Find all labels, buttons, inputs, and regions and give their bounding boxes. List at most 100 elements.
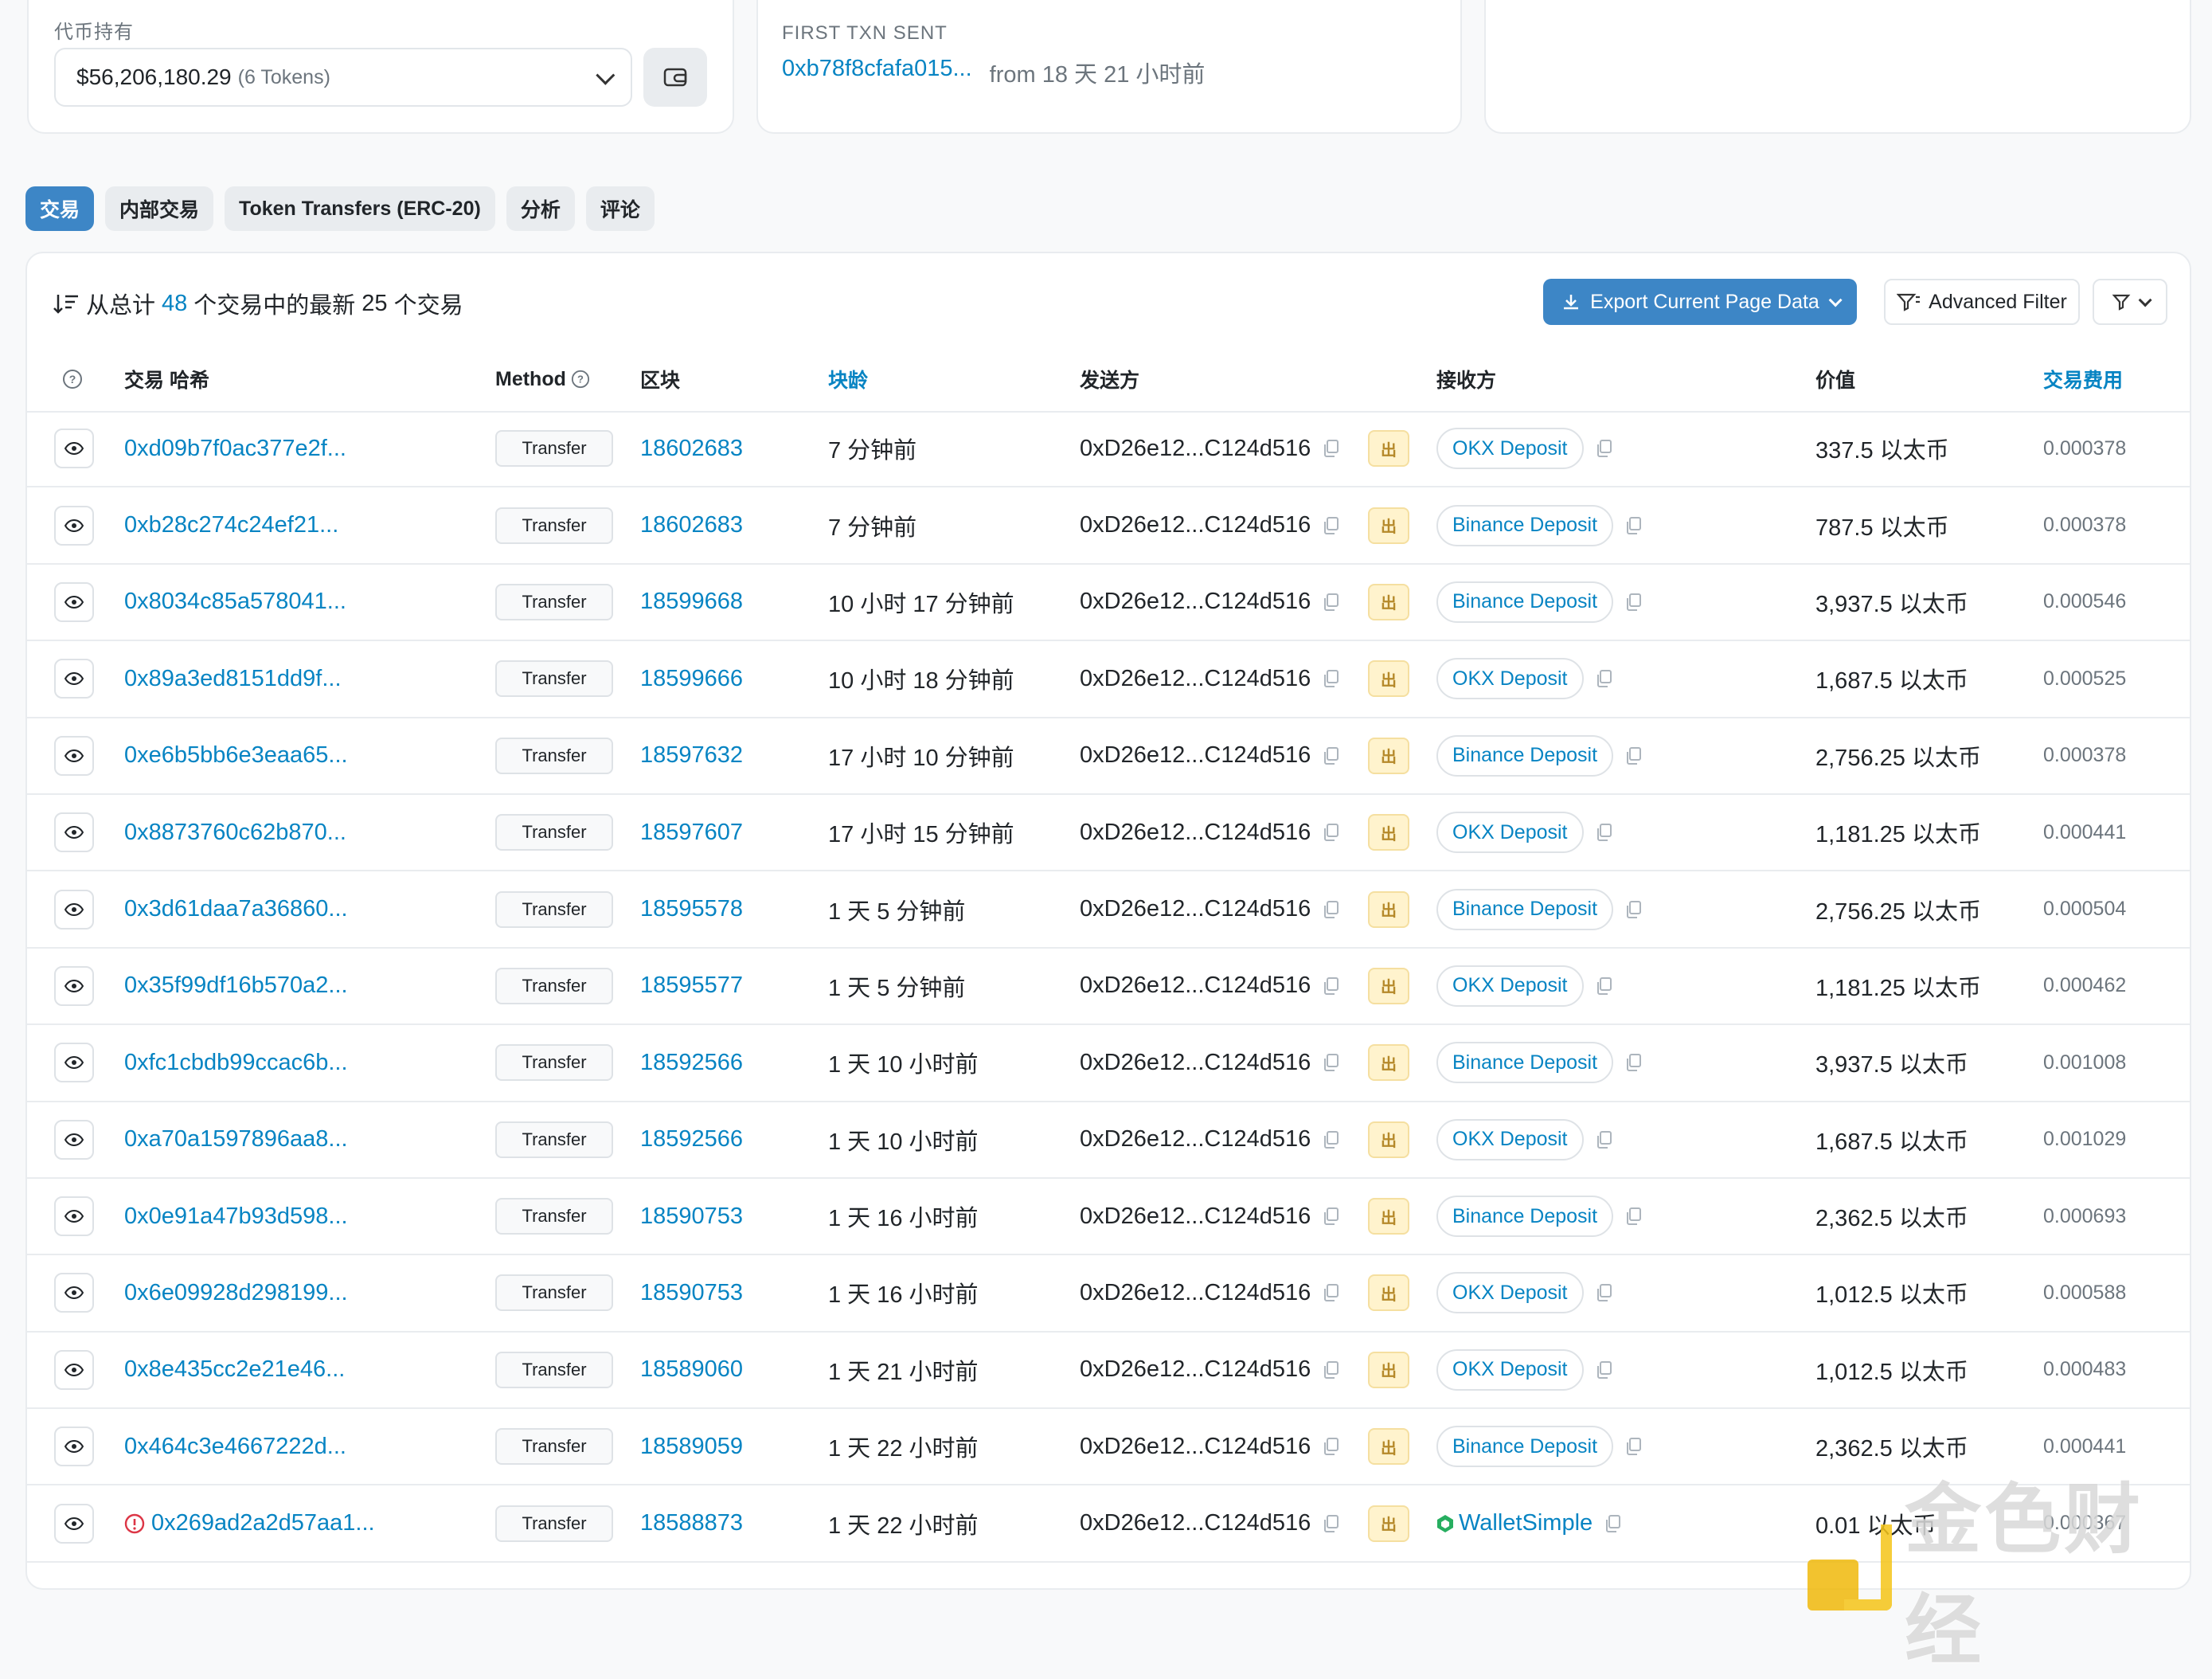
- block-link[interactable]: 18599668: [640, 565, 743, 640]
- copy-icon[interactable]: [1322, 1514, 1339, 1533]
- from-address-label[interactable]: 0xD26e12...C124d516: [1080, 896, 1311, 922]
- txn-hash-link[interactable]: 0x89a3ed8151dd9f...: [124, 666, 342, 692]
- copy-icon[interactable]: [1322, 1437, 1339, 1456]
- eye-icon[interactable]: [54, 965, 94, 1006]
- txn-hash-link[interactable]: 0x6e09928d298199...: [124, 1280, 348, 1306]
- block-link[interactable]: 18597632: [640, 718, 743, 793]
- block-link[interactable]: 18592566: [640, 1102, 743, 1177]
- block-link[interactable]: 18602683: [640, 411, 743, 486]
- block-link[interactable]: 18589059: [640, 1409, 743, 1484]
- from-address-label[interactable]: 0xD26e12...C124d516: [1080, 666, 1311, 692]
- token-holdings-dropdown[interactable]: $56,206,180.29 (6 Tokens): [54, 48, 632, 107]
- eye-icon[interactable]: [54, 505, 94, 546]
- copy-icon[interactable]: [1624, 1437, 1642, 1456]
- eye-icon[interactable]: [54, 1196, 94, 1237]
- txn-hash-link[interactable]: 0xfc1cbdb99ccac6b...: [124, 1050, 348, 1076]
- to-address-label[interactable]: Binance Deposit: [1436, 504, 1614, 546]
- help-circle-icon[interactable]: ?: [62, 347, 83, 411]
- from-address-label[interactable]: 0xD26e12...C124d516: [1080, 1356, 1311, 1383]
- from-address-label[interactable]: 0xD26e12...C124d516: [1080, 589, 1311, 615]
- block-link[interactable]: 18597607: [640, 795, 743, 870]
- help-circle-icon[interactable]: ?: [571, 370, 590, 389]
- copy-icon[interactable]: [1595, 976, 1612, 996]
- to-address-label[interactable]: Binance Deposit: [1436, 734, 1614, 777]
- from-address-label[interactable]: 0xD26e12...C124d516: [1080, 1050, 1311, 1076]
- from-address-label[interactable]: 0xD26e12...C124d516: [1080, 1126, 1311, 1153]
- tab-transactions[interactable]: 交易: [25, 186, 95, 231]
- block-link[interactable]: 18602683: [640, 487, 743, 562]
- eye-icon[interactable]: [54, 429, 94, 469]
- eye-icon[interactable]: [54, 735, 94, 776]
- to-address[interactable]: WalletSimple: [1436, 1485, 1621, 1560]
- copy-icon[interactable]: [1624, 516, 1642, 535]
- block-link[interactable]: 18595577: [640, 949, 743, 1023]
- copy-icon[interactable]: [1595, 1130, 1612, 1149]
- copy-icon[interactable]: [1322, 1283, 1339, 1302]
- copy-icon[interactable]: [1624, 900, 1642, 919]
- txn-hash-link[interactable]: 0x35f99df16b570a2...: [124, 973, 348, 999]
- copy-icon[interactable]: [1322, 900, 1339, 919]
- to-address-label[interactable]: OKX Deposit: [1436, 1348, 1584, 1391]
- copy-icon[interactable]: [1595, 439, 1612, 458]
- tab-analytics[interactable]: 分析: [506, 186, 575, 231]
- to-address-label[interactable]: OKX Deposit: [1436, 965, 1584, 1007]
- copy-icon[interactable]: [1595, 1283, 1612, 1302]
- copy-icon[interactable]: [1322, 823, 1339, 842]
- block-link[interactable]: 18589060: [640, 1333, 743, 1407]
- copy-icon[interactable]: [1595, 669, 1612, 688]
- eye-icon[interactable]: [54, 1427, 94, 1467]
- eye-icon[interactable]: [54, 581, 94, 622]
- first-txn-hash-link[interactable]: 0xb78f8cfafa015...: [782, 56, 972, 89]
- tab-comments[interactable]: 评论: [585, 186, 655, 231]
- export-page-data-button[interactable]: Export Current Page Data: [1543, 279, 1857, 325]
- txn-hash-link[interactable]: 0x8e435cc2e21e46...: [124, 1356, 345, 1383]
- txn-hash-link[interactable]: 0x8034c85a578041...: [124, 589, 346, 615]
- eye-icon[interactable]: [54, 1043, 94, 1083]
- to-address-label[interactable]: OKX Deposit: [1436, 812, 1584, 854]
- txn-hash-link[interactable]: 0x464c3e4667222d...: [124, 1434, 346, 1460]
- advanced-filter-button[interactable]: Advanced Filter: [1884, 279, 2080, 325]
- copy-icon[interactable]: [1322, 669, 1339, 688]
- txn-hash-link[interactable]: 0xa70a1597896aa8...: [124, 1126, 348, 1153]
- eye-icon[interactable]: [54, 1119, 94, 1160]
- copy-icon[interactable]: [1322, 1130, 1339, 1149]
- copy-icon[interactable]: [1624, 1053, 1642, 1072]
- to-address-label[interactable]: Binance Deposit: [1436, 1426, 1614, 1468]
- eye-icon[interactable]: [54, 889, 94, 930]
- to-address-label[interactable]: OKX Deposit: [1436, 1118, 1584, 1160]
- txn-hash-link[interactable]: 0x0e91a47b93d598...: [124, 1203, 348, 1230]
- to-address-label[interactable]: OKX Deposit: [1436, 428, 1584, 470]
- from-address-label[interactable]: 0xD26e12...C124d516: [1080, 820, 1311, 846]
- copy-icon[interactable]: [1604, 1514, 1621, 1533]
- to-address-label[interactable]: OKX Deposit: [1436, 1272, 1584, 1314]
- copy-icon[interactable]: [1322, 976, 1339, 996]
- copy-icon[interactable]: [1322, 746, 1339, 765]
- from-address-label[interactable]: 0xD26e12...C124d516: [1080, 973, 1311, 999]
- header-txn-fee[interactable]: 交易费用: [2043, 347, 2123, 411]
- copy-icon[interactable]: [1322, 1360, 1339, 1380]
- block-link[interactable]: 18590753: [640, 1255, 743, 1330]
- copy-icon[interactable]: [1624, 746, 1642, 765]
- from-address-label[interactable]: 0xD26e12...C124d516: [1080, 1203, 1311, 1230]
- copy-icon[interactable]: [1624, 593, 1642, 612]
- summary-total[interactable]: 48: [162, 291, 187, 317]
- from-address-label[interactable]: 0xD26e12...C124d516: [1080, 1434, 1311, 1460]
- tab-token-transfers[interactable]: Token Transfers (ERC-20): [225, 186, 495, 231]
- copy-icon[interactable]: [1595, 823, 1612, 842]
- copy-icon[interactable]: [1322, 516, 1339, 535]
- to-address-label[interactable]: Binance Deposit: [1436, 1042, 1614, 1084]
- header-age[interactable]: 块龄: [828, 347, 868, 411]
- txn-hash-link[interactable]: 0x8873760c62b870...: [124, 820, 346, 846]
- eye-icon[interactable]: [54, 812, 94, 853]
- eye-icon[interactable]: [54, 659, 94, 699]
- copy-icon[interactable]: [1322, 439, 1339, 458]
- tab-internal-transactions[interactable]: 内部交易: [105, 186, 214, 231]
- block-link[interactable]: 18599666: [640, 641, 743, 716]
- eye-icon[interactable]: [54, 1273, 94, 1313]
- txn-hash-link[interactable]: 0x269ad2a2d57aa1...: [151, 1510, 375, 1536]
- from-address-label[interactable]: 0xD26e12...C124d516: [1080, 1280, 1311, 1306]
- eye-icon[interactable]: [54, 1503, 94, 1544]
- txn-hash-link[interactable]: 0x3d61daa7a36860...: [124, 896, 348, 922]
- txn-hash-link[interactable]: 0xb28c274c24ef21...: [124, 512, 338, 538]
- copy-icon[interactable]: [1322, 1053, 1339, 1072]
